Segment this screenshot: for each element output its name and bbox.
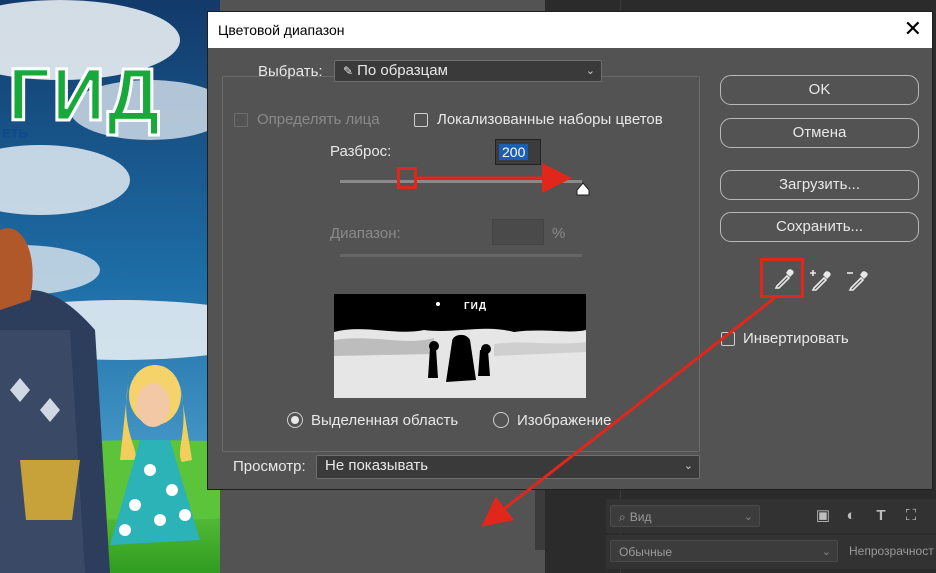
layers-blend-row: Обычные ⌄ Непрозрачност <box>606 535 936 569</box>
logo-subtext: ЕТЬ <box>2 126 28 141</box>
chevron-down-icon: ⌄ <box>683 460 693 472</box>
eyedropper-subtract-icon[interactable] <box>845 268 871 294</box>
type-filter-icon[interactable]: T <box>872 507 890 525</box>
fuzziness-label: Разброс: <box>330 143 392 160</box>
image-radio[interactable] <box>493 412 509 428</box>
ok-button[interactable]: OK <box>720 75 919 105</box>
annotation-slider-start-box <box>397 167 417 189</box>
close-icon[interactable]: ✕ <box>904 18 922 40</box>
localized-color-clusters-label: Локализованные наборы цветов <box>437 111 663 128</box>
layer-search-field[interactable]: ⌕ Вид ⌄ <box>610 505 760 527</box>
preview-mask-image <box>334 294 586 398</box>
invert-label: Инвертировать <box>743 330 849 347</box>
preview-select-value: Не показывать <box>325 457 429 474</box>
detect-faces-checkbox[interactable] <box>234 113 248 127</box>
fuzziness-slider-track[interactable] <box>340 180 582 183</box>
dialog-title: Цветовой диапазон <box>218 22 345 38</box>
eyedropper-icon: ✎ <box>343 64 354 78</box>
select-value: По образцам <box>357 62 448 79</box>
blend-mode-value: Обычные <box>619 545 673 559</box>
image-radio-label: Изображение <box>517 412 612 429</box>
range-unit: % <box>552 225 566 242</box>
search-icon: ⌕ <box>619 510 626 524</box>
preview-select[interactable]: Не показывать ⌄ <box>316 455 700 479</box>
select-label: Выбрать: <box>258 63 323 80</box>
range-input[interactable] <box>492 219 544 245</box>
save-button[interactable]: Сохранить... <box>720 212 919 242</box>
chevron-down-icon: ⌄ <box>821 546 831 558</box>
dialog-titlebar[interactable]: Цветовой диапазон ✕ <box>208 12 932 48</box>
logo-text: ГИД <box>7 53 162 136</box>
chevron-down-icon: ⌄ <box>585 65 595 77</box>
selection-radio-label: Выделенная область <box>311 412 459 429</box>
cancel-button[interactable]: Отмена <box>720 118 919 148</box>
selection-preview[interactable]: ГИД <box>334 294 586 398</box>
image-filter-icon[interactable]: ▣ <box>814 507 832 525</box>
invert-checkbox[interactable] <box>721 332 735 346</box>
fuzziness-slider-thumb[interactable] <box>576 182 590 196</box>
opacity-label: Непрозрачност <box>849 544 934 558</box>
preview-label: Просмотр: <box>233 458 306 475</box>
preview-logo-text: ГИД <box>464 301 487 312</box>
fuzziness-value: 200 <box>499 144 529 160</box>
layers-filter-row: ⌕ Вид ⌄ ▣ ◐ T ⛶ <box>606 499 936 533</box>
fuzziness-input[interactable]: 200 <box>495 139 541 165</box>
adjustment-filter-icon[interactable]: ◐ <box>842 507 860 525</box>
shape-filter-icon[interactable]: ⛶ <box>902 507 920 525</box>
detect-faces-label: Определять лица <box>257 111 380 128</box>
select-dropdown[interactable]: ✎ По образцам ⌄ <box>334 60 602 82</box>
load-button[interactable]: Загрузить... <box>720 170 919 200</box>
annotation-eyedropper-box <box>760 258 804 298</box>
blend-mode-select[interactable]: Обычные ⌄ <box>610 540 838 562</box>
color-range-dialog: Цветовой диапазон ✕ Выбрать: ✎ По образца… <box>207 11 933 490</box>
range-slider-track[interactable] <box>340 254 582 257</box>
selection-radio[interactable] <box>287 412 303 428</box>
layer-search-label: Вид <box>629 510 652 524</box>
eyedropper-add-icon[interactable] <box>808 268 834 294</box>
localized-color-clusters-checkbox[interactable] <box>414 113 428 127</box>
chevron-down-icon: ⌄ <box>743 511 753 523</box>
range-label: Диапазон: <box>330 225 401 242</box>
dialog-content: Выбрать: ✎ По образцам ⌄ Определять лица … <box>208 48 932 489</box>
